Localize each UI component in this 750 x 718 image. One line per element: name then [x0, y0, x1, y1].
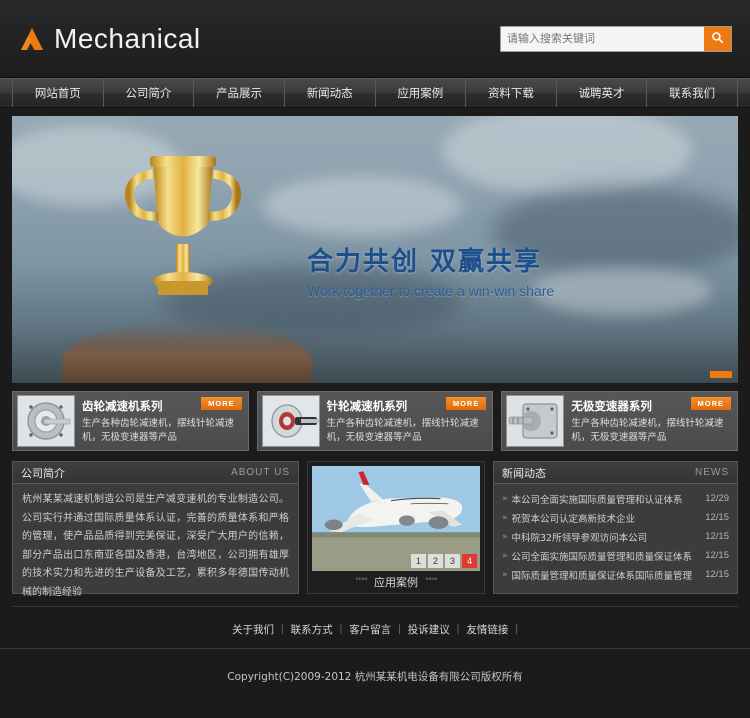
banner-subtitle: Work together to create a win-win share — [307, 283, 555, 299]
product-more-button-0[interactable]: MORE — [201, 396, 242, 410]
site-header: Mechanical — [0, 0, 750, 78]
news-item-date-0: 12/29 — [705, 493, 729, 504]
news-item-date-4: 12/15 — [705, 569, 729, 580]
mountain-triangle-icon — [18, 25, 46, 53]
logo-text: Mechanical — [54, 22, 201, 54]
about-title-cn: 公司简介 — [21, 466, 65, 480]
search-button[interactable] — [704, 26, 731, 51]
footer-separator-4: | — [515, 623, 519, 635]
case-page-4[interactable]: 4 — [462, 554, 477, 568]
news-title-cn: 新闻动态 — [502, 466, 546, 480]
search-input[interactable] — [501, 26, 704, 51]
footer-link-list: 关于我们 | 联系方式 | 客户留言 | 投诉建议 | 友情链接 | — [0, 616, 750, 642]
gear-reducer-icon — [17, 395, 75, 447]
case-page-2[interactable]: 2 — [428, 554, 443, 568]
hero-banner[interactable]: 合力共创 双赢共享 Work together to create a win-… — [12, 116, 738, 383]
news-item-date-2: 12/15 — [705, 531, 729, 542]
product-card-1[interactable]: MORE 针轮减速机系列 生产各种齿轮减速机，摆线针轮减速机，无极变速器等产品 — [256, 391, 494, 451]
chevron-right-icon: » — [502, 531, 508, 542]
about-body-text: 杭州某某减速机制造公司是生产减变速机的专业制造公司。公司实行并通过国际质量体系认… — [22, 494, 289, 598]
chevron-right-icon: » — [502, 569, 508, 580]
news-item-2[interactable]: » 中科院32所领导参观访问本公司 12/15 — [502, 527, 729, 546]
footer-link-2[interactable]: 客户留言 — [349, 622, 391, 637]
product-more-button-2[interactable]: MORE — [690, 396, 732, 410]
news-item-title-4: 国际质量管理和质量保证体系国际质量管理 — [511, 570, 693, 582]
airplane-photo: 1234 — [312, 466, 480, 571]
footer-link-4[interactable]: 友情链接 — [466, 622, 508, 637]
product-card-desc-0: 生产各种齿轮减速机，摆线针轮减速机，无极变速器等产品 — [82, 417, 235, 443]
nav-item-1[interactable]: 公司简介 — [104, 79, 195, 107]
main-content: 公司简介 ABOUT US 杭州某某减速机制造公司是生产减变速机的专业制造公司。… — [12, 461, 738, 598]
footer-separator-0: | — [280, 623, 284, 635]
news-item-date-1: 12/15 — [705, 512, 729, 523]
news-panel: 新闻动态 NEWS » 本公司全面实施国际质量管理和认证体系 12/29» 祝贺本公司… — [493, 461, 738, 594]
nav-item-3[interactable]: 新闻动态 — [285, 79, 376, 107]
nav-item-0[interactable]: 网站首页 — [12, 79, 104, 107]
search-icon — [711, 31, 724, 47]
trophy-image — [108, 144, 258, 344]
footer-link-1[interactable]: 联系方式 — [291, 622, 333, 637]
nav-item-7[interactable]: 联系我们 — [647, 79, 738, 107]
case-caption-text: 应用案例 — [374, 576, 418, 589]
chevron-right-icon: » — [502, 493, 508, 504]
banner-dot-1[interactable] — [710, 371, 732, 378]
nav-item-6[interactable]: 诚聘英才 — [557, 79, 648, 107]
caption-deco-right: '''''''' — [425, 577, 438, 587]
news-item-title-1: 祝贺本公司认定高新技术企业 — [511, 513, 636, 525]
product-card-list: MORE 齿轮减速机系列 生产各种齿轮减速机，摆线针轮减速机，无极变速器等产品 MO… — [12, 391, 739, 451]
banner-dot-0[interactable] — [685, 371, 707, 378]
news-list: » 本公司全面实施国际质量管理和认证体系 12/29» 祝贺本公司认定高新技术企业 12… — [494, 484, 737, 584]
product-card-0[interactable]: MORE 齿轮减速机系列 生产各种齿轮减速机，摆线针轮减速机，无极变速器等产品 — [12, 391, 249, 451]
footer-link-3[interactable]: 投诉建议 — [408, 622, 450, 637]
logo[interactable]: Mechanical — [18, 23, 201, 55]
nav-item-5[interactable]: 资料下载 — [466, 79, 557, 107]
chevron-right-icon: » — [502, 512, 508, 523]
footer-link-0[interactable]: 关于我们 — [232, 622, 274, 637]
news-item-date-3: 12/15 — [705, 550, 729, 561]
news-item-1[interactable]: » 祝贺本公司认定高新技术企业 12/15 — [502, 508, 729, 527]
case-page-3[interactable]: 3 — [445, 554, 460, 568]
copyright-text: Copyright(C)2009-2012 杭州某某机电设备有限公司版权所有 — [227, 671, 523, 683]
case-page-1[interactable]: 1 — [411, 554, 426, 568]
variable-speed-drive-icon — [506, 395, 565, 447]
product-more-button-1[interactable]: MORE — [445, 396, 487, 410]
about-panel: 公司简介 ABOUT US 杭州某某减速机制造公司是生产减变速机的专业制造公司。… — [12, 461, 299, 598]
news-item-title-2: 中科院32所领导参观访问本公司 — [511, 532, 648, 544]
product-card-desc-1: 生产各种齿轮减速机，摆线针轮减速机，无极变速器等产品 — [326, 417, 479, 443]
news-item-0[interactable]: » 本公司全面实施国际质量管理和认证体系 12/29 — [502, 489, 729, 508]
product-card-desc-2: 生产各种齿轮减速机，摆线针轮减速机，无极变速器等产品 — [571, 417, 724, 443]
footer-separator-1: | — [339, 623, 343, 635]
cycloid-reducer-icon — [261, 395, 320, 447]
about-panel-header: 公司简介 ABOUT US — [13, 462, 298, 484]
news-item-3[interactable]: » 公司全面实施国际质量管理和质量保证体系 12/15 — [502, 546, 729, 565]
banner-text: 合力共创 双赢共享 Work together to create a win-… — [307, 241, 554, 299]
caption-deco-left: '''''''' — [355, 577, 368, 587]
nav-item-2[interactable]: 产品展示 — [194, 79, 285, 107]
news-panel-header: 新闻动态 NEWS — [494, 462, 737, 484]
main-navigation: 网站首页 公司简介 产品展示 新闻动态 应用案例 资料下载 诚聘英才 联系我们 — [0, 78, 750, 108]
case-showcase-panel[interactable]: 1234 '''''''' 应用案例 '''''''' — [307, 461, 485, 594]
about-title-en: ABOUT US — [231, 467, 290, 478]
nav-item-4[interactable]: 应用案例 — [376, 79, 467, 107]
news-item-4[interactable]: » 国际质量管理和质量保证体系国际质量管理 12/15 — [502, 565, 729, 584]
news-title-en: NEWS — [695, 467, 729, 478]
news-item-title-3: 公司全面实施国际质量管理和质量保证体系 — [511, 551, 693, 563]
product-card-2[interactable]: MORE 无极变速器系列 生产各种齿轮减速机，摆线针轮减速机，无极变速器等产品 — [501, 391, 739, 451]
footer-separator-2: | — [398, 623, 401, 635]
case-pagination[interactable]: 1234 — [411, 554, 477, 568]
chevron-right-icon: » — [502, 550, 508, 561]
footer-divider-bottom — [0, 648, 750, 649]
banner-title: 合力共创 双赢共享 — [307, 247, 543, 277]
footer-separator-3: | — [456, 623, 460, 635]
case-caption: '''''''' 应用案例 '''''''' — [308, 571, 484, 593]
search-box[interactable] — [500, 25, 732, 52]
news-item-title-0: 本公司全面实施国际质量管理和认证体系 — [511, 494, 683, 506]
banner-pagination[interactable] — [685, 371, 732, 378]
